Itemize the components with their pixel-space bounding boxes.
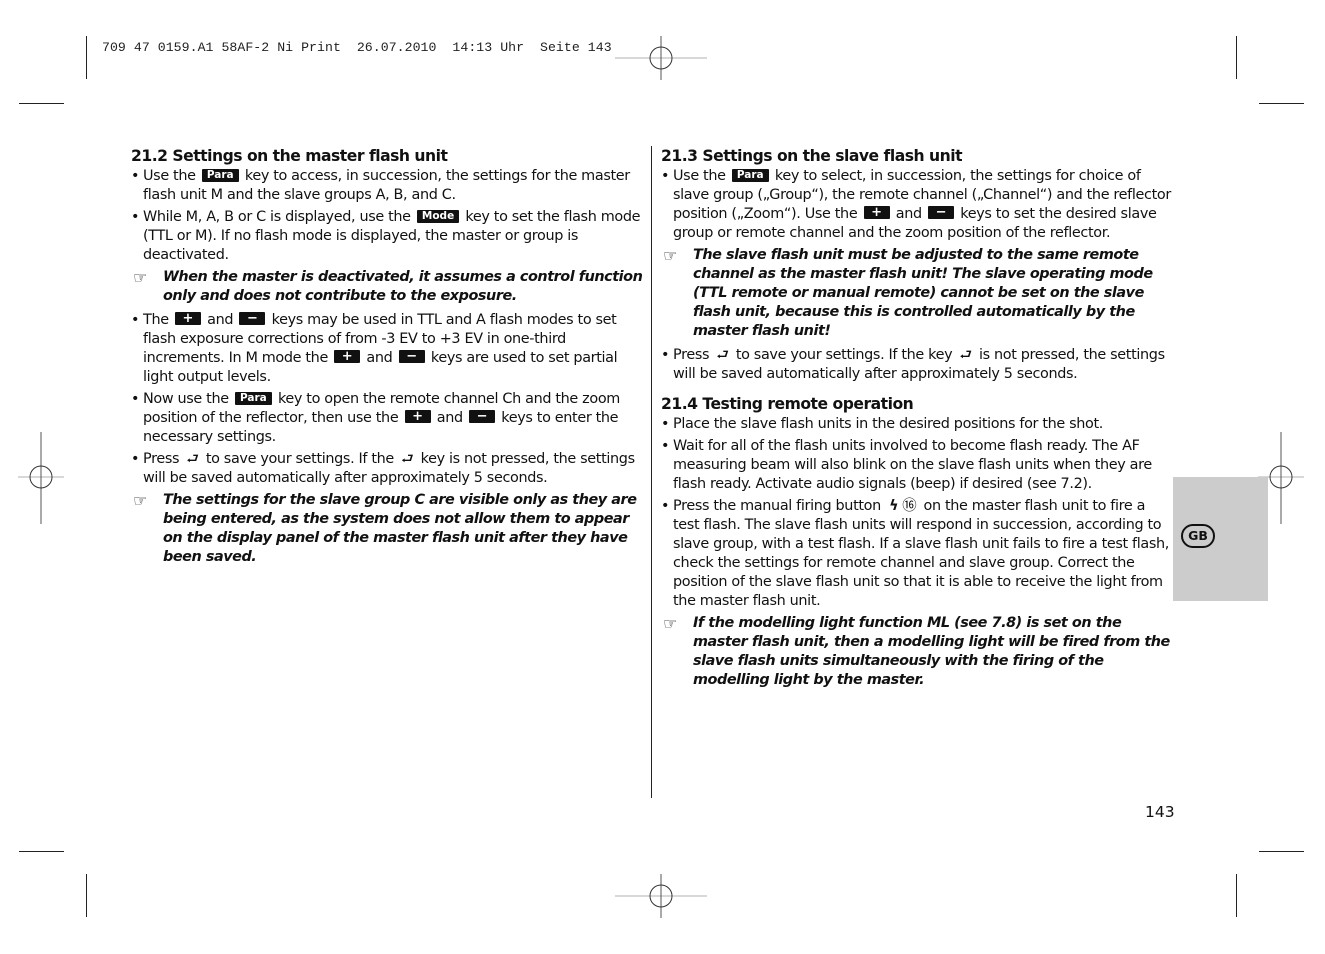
section-heading-21-3: 21.3 Settings on the slave flash unit	[661, 147, 963, 165]
language-tab: GB	[1173, 477, 1268, 601]
crop-mark	[1259, 103, 1304, 104]
crop-mark	[1259, 851, 1304, 852]
lightning-bolt-icon: ϟ	[889, 498, 899, 514]
column-divider	[651, 146, 652, 798]
list-item: • Wait for all of the flash units involv…	[661, 438, 1152, 492]
plus-key-icon: +	[404, 410, 431, 423]
crop-mark	[19, 851, 64, 852]
para-key-icon: Para	[234, 392, 272, 405]
note: ☞ The slave flash unit must be adjusted …	[663, 246, 1153, 339]
print-slug: 709 47 0159.A1 58AF-2 Ni Print 26.07.201…	[102, 40, 612, 55]
left-column: 21.2 Settings on the master flash unit •…	[131, 146, 643, 572]
pointing-hand-icon: ☞	[133, 491, 147, 510]
language-badge-gb: GB	[1181, 524, 1215, 548]
crop-mark	[1236, 874, 1237, 917]
plus-key-icon: +	[863, 206, 890, 219]
enter-key-icon: ⮐	[401, 451, 414, 467]
section-heading-21-4: 21.4 Testing remote operation	[661, 395, 914, 413]
item-number-16-icon: ⑯	[902, 498, 917, 514]
registration-mark-left	[18, 432, 64, 524]
list-item: • Place the slave flash units in the des…	[661, 416, 1104, 432]
crop-mark	[86, 36, 87, 79]
pointing-hand-icon: ☞	[133, 268, 147, 287]
list-item: • While M, A, B or C is displayed, use t…	[131, 209, 641, 263]
minus-key-icon: −	[398, 350, 425, 363]
crop-mark	[1236, 36, 1237, 79]
list-item: • Press ⮐ to save your settings. If the …	[661, 347, 1165, 382]
para-key-icon: Para	[731, 169, 769, 182]
list-item: • Now use the Para key to open the remot…	[131, 391, 620, 445]
list-item: • Use the Para key to access, in success…	[131, 168, 630, 203]
minus-key-icon: −	[239, 312, 266, 325]
para-key-icon: Para	[201, 169, 239, 182]
note: ☞ If the modelling light function ML (se…	[663, 614, 1170, 688]
note: ☞ When the master is deactivated, it ass…	[133, 268, 643, 304]
registration-mark-bottom	[615, 874, 707, 918]
right-column: 21.3 Settings on the slave flash unit • …	[661, 146, 1171, 695]
enter-key-icon: ⮐	[716, 347, 729, 363]
plus-key-icon: +	[174, 312, 201, 325]
minus-key-icon: −	[469, 410, 496, 423]
list-item: • The + and − keys may be used in TTL an…	[131, 311, 618, 385]
minus-key-icon: −	[928, 206, 955, 219]
pointing-hand-icon: ☞	[663, 614, 677, 633]
crop-mark	[86, 874, 87, 917]
note: ☞ The settings for the slave group C are…	[133, 491, 637, 565]
crop-mark	[19, 103, 64, 104]
enter-key-icon: ⮐	[186, 451, 199, 467]
plus-key-icon: +	[334, 350, 361, 363]
page-number: 143	[1145, 803, 1175, 821]
pointing-hand-icon: ☞	[663, 246, 677, 265]
list-item: • Press ⮐ to save your settings. If the …	[131, 451, 635, 486]
list-item: • Use the Para key to select, in success…	[661, 168, 1171, 241]
section-heading-21-2: 21.2 Settings on the master flash unit	[131, 147, 448, 165]
enter-key-icon: ⮐	[959, 347, 973, 363]
list-item: • Press the manual firing button ϟ⑯ on t…	[661, 498, 1170, 609]
registration-mark-top	[615, 36, 707, 80]
mode-key-icon: Mode	[416, 210, 460, 223]
